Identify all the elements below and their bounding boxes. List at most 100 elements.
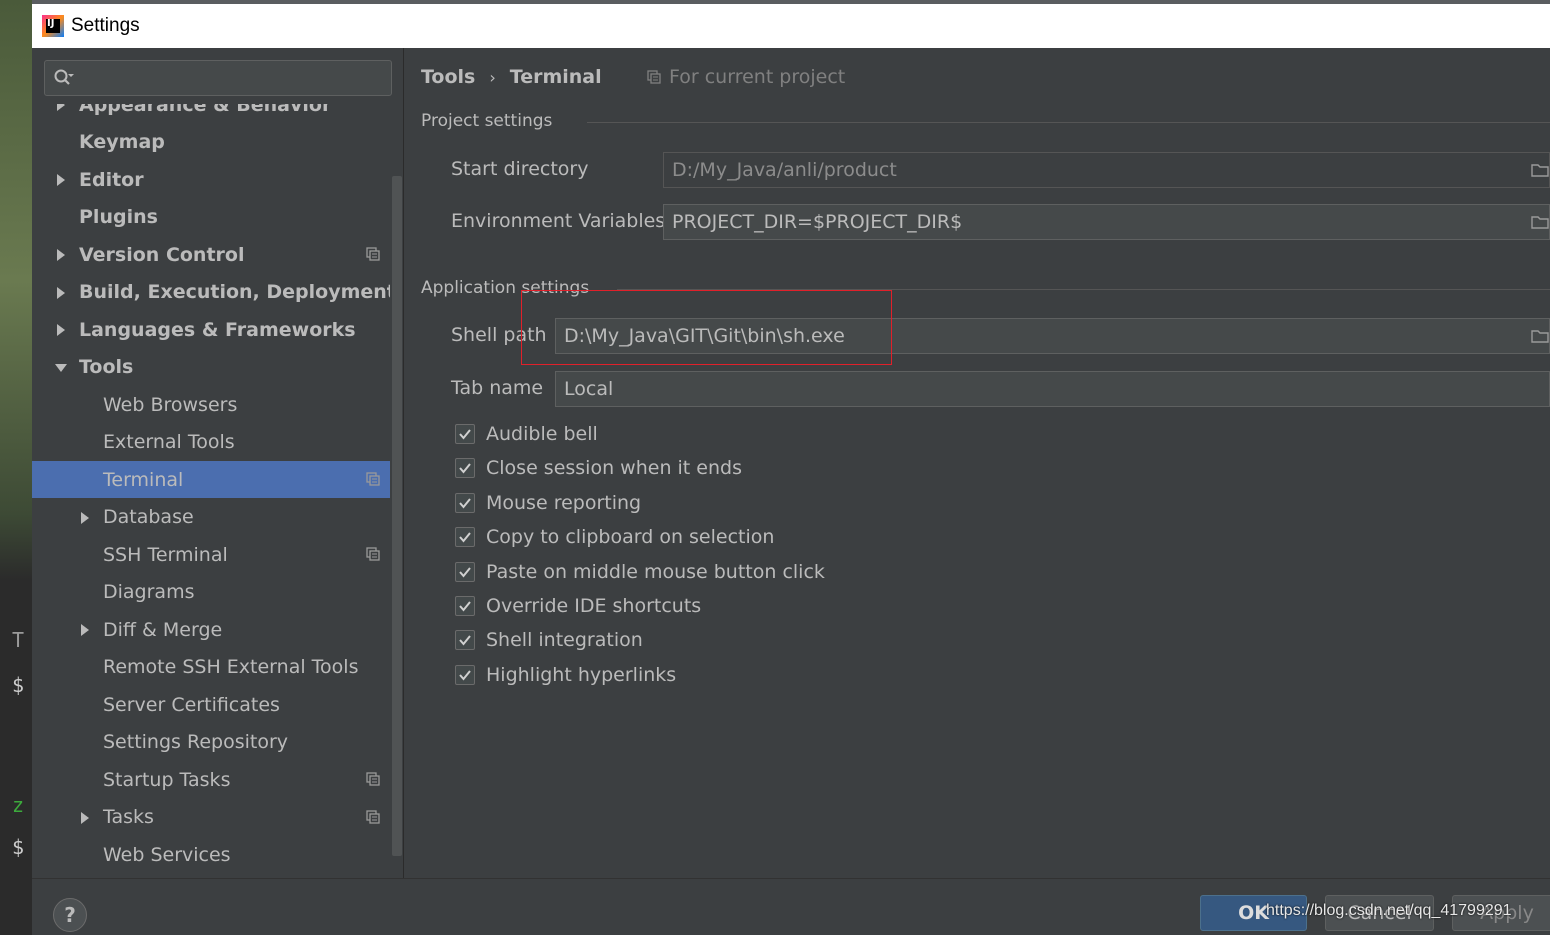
settings-window: IJ Settings Appearance & Behavior Keymap E… [32, 4, 1550, 935]
tree-item-settings-repository[interactable]: Settings Repository [32, 724, 390, 761]
chevron-right-icon[interactable] [78, 810, 92, 826]
checkbox-icon[interactable] [455, 492, 475, 513]
checkbox-paste-on-middle-mouse-button-click[interactable]: Paste on middle mouse button click [455, 559, 825, 585]
start-directory-value: D:/My_Java/anli/product [672, 159, 897, 181]
tree-item-languages-frameworks[interactable]: Languages & Frameworks [32, 311, 390, 348]
tree-item-tasks[interactable]: Tasks [32, 799, 390, 836]
checkbox-label: Override IDE shortcuts [486, 595, 702, 617]
tree-item-label: Version Control [79, 243, 245, 266]
checkbox-override-ide-shortcuts[interactable]: Override IDE shortcuts [455, 593, 701, 619]
tree-item-web-services[interactable]: Web Services [32, 836, 390, 873]
checkbox-copy-to-clipboard-on-selection[interactable]: Copy to clipboard on selection [455, 524, 774, 550]
help-button[interactable]: ? [53, 898, 87, 932]
tree-item-web-browsers[interactable]: Web Browsers [32, 386, 390, 423]
tree-item-plugins[interactable]: Plugins [32, 199, 390, 236]
settings-tree: Appearance & Behavior Keymap Editor Plugins… [32, 104, 390, 878]
tree-item-label: Web Browsers [103, 393, 238, 416]
tree-item-server-certificates[interactable]: Server Certificates [32, 686, 390, 723]
tree-item-terminal[interactable]: Terminal [32, 461, 390, 498]
tree-item-label: Keymap [79, 131, 165, 153]
background-prompt-glyph: z [12, 793, 25, 817]
title-bar[interactable]: IJ Settings [32, 4, 1550, 48]
tree-item-appearance-behavior[interactable]: Appearance & Behavior [32, 104, 390, 123]
terminal-settings-panel: Tools › Terminal For current project Pro… [405, 48, 1550, 878]
tree-item-label: Tools [79, 356, 134, 378]
tree-item-label: Plugins [79, 206, 158, 228]
checkbox-icon[interactable] [455, 561, 475, 582]
chevron-right-icon[interactable] [54, 322, 68, 338]
tree-item-label: Build, Execution, Deployment [79, 281, 390, 303]
tree-item-label: Editor [79, 168, 144, 191]
tree-item-editor[interactable]: Editor [32, 161, 390, 198]
tree-item-label: Settings Repository [103, 731, 288, 753]
checkbox-icon[interactable] [455, 424, 475, 444]
tree-item-label: Database [103, 506, 194, 528]
checkbox-icon[interactable] [455, 458, 475, 479]
checkbox-audible-bell[interactable]: Audible bell [455, 421, 598, 447]
tree-item-remote-ssh-external-tools[interactable]: Remote SSH External Tools [32, 649, 390, 686]
search-icon[interactable] [53, 68, 75, 88]
tree-item-build-execution-deployment[interactable]: Build, Execution, Deployment [32, 274, 390, 311]
for-current-project-note: For current project [647, 62, 845, 92]
tree-item-label: Remote SSH External Tools [103, 656, 359, 678]
tree-item-tools[interactable]: Tools [32, 349, 390, 386]
tab-name-label: Tab name [451, 377, 544, 399]
tree-item-version-control[interactable]: Version Control [32, 236, 390, 273]
breadcrumb: Tools › Terminal [421, 62, 602, 92]
background-prompt-glyph: $ [12, 835, 25, 859]
project-scope-icon [366, 247, 380, 261]
for-current-project-label: For current project [669, 66, 846, 88]
checkbox-icon[interactable] [455, 664, 475, 685]
tree-item-database[interactable]: Database [32, 499, 390, 536]
background-prompt-glyph: $ [12, 673, 25, 697]
tree-item-label: Terminal [103, 468, 184, 491]
checkbox-shell-integration[interactable]: Shell integration [455, 627, 643, 653]
checkbox-label: Copy to clipboard on selection [486, 526, 775, 549]
tree-item-label: Startup Tasks [103, 768, 231, 791]
project-settings-title: Project settings [421, 111, 553, 131]
tree-item-label: Appearance & Behavior [79, 104, 332, 116]
tree-item-startup-tasks[interactable]: Startup Tasks [32, 761, 390, 798]
tree-item-keymap[interactable]: Keymap [32, 124, 390, 161]
chevron-right-icon[interactable] [54, 247, 68, 263]
chevron-right-icon[interactable] [78, 510, 92, 526]
tree-item-label: External Tools [103, 431, 235, 453]
checkbox-label: Paste on middle mouse button click [486, 560, 825, 583]
tree-scrollbar[interactable] [392, 176, 402, 856]
breadcrumb-current: Terminal [509, 66, 602, 88]
checkbox-mouse-reporting[interactable]: Mouse reporting [455, 490, 641, 516]
env-vars-edit-icon[interactable] [1531, 213, 1549, 231]
tree-item-label: Diff & Merge [103, 618, 223, 641]
env-vars-label: Environment Variables [451, 210, 666, 232]
tree-item-diff-merge[interactable]: Diff & Merge [32, 611, 390, 648]
watermark-url: https://blog.csdn.net/qq_41799291 [1266, 902, 1512, 919]
background-terminal-glyph: T [12, 628, 25, 652]
chevron-right-icon[interactable] [78, 622, 92, 638]
checkbox-icon[interactable] [455, 630, 475, 651]
project-scope-icon [366, 772, 380, 786]
settings-search-input[interactable] [44, 60, 392, 96]
intellij-logo-icon: IJ [42, 15, 64, 37]
chevron-right-icon[interactable] [54, 104, 68, 113]
chevron-right-icon[interactable] [54, 172, 68, 188]
tree-item-diagrams[interactable]: Diagrams [32, 574, 390, 611]
checkbox-icon[interactable] [455, 527, 475, 548]
tree-item-label: Tasks [103, 806, 154, 828]
checkbox-highlight-hyperlinks[interactable]: Highlight hyperlinks [455, 662, 676, 688]
window-title: Settings [71, 15, 140, 36]
chevron-right-icon[interactable] [54, 285, 68, 301]
checkbox-close-session-when-it-ends[interactable]: Close session when it ends [455, 455, 742, 481]
tree-item-ssh-terminal[interactable]: SSH Terminal [32, 536, 390, 573]
start-directory-field[interactable]: D:/My_Java/anli/product [663, 152, 1550, 188]
project-scope-icon [366, 809, 380, 824]
env-vars-field[interactable]: PROJECT_DIR=$PROJECT_DIR$ [663, 204, 1550, 240]
folder-browse-icon[interactable] [1531, 161, 1549, 179]
tab-name-field[interactable]: Local [555, 371, 1550, 407]
start-directory-label: Start directory [451, 158, 589, 180]
background-ide-strip: T $ z $ [0, 0, 32, 935]
chevron-down-icon[interactable] [54, 360, 68, 376]
tree-item-external-tools[interactable]: External Tools [32, 424, 390, 461]
folder-browse-icon[interactable] [1531, 327, 1549, 345]
breadcrumb-parent: Tools [421, 66, 476, 88]
checkbox-icon[interactable] [455, 596, 475, 616]
